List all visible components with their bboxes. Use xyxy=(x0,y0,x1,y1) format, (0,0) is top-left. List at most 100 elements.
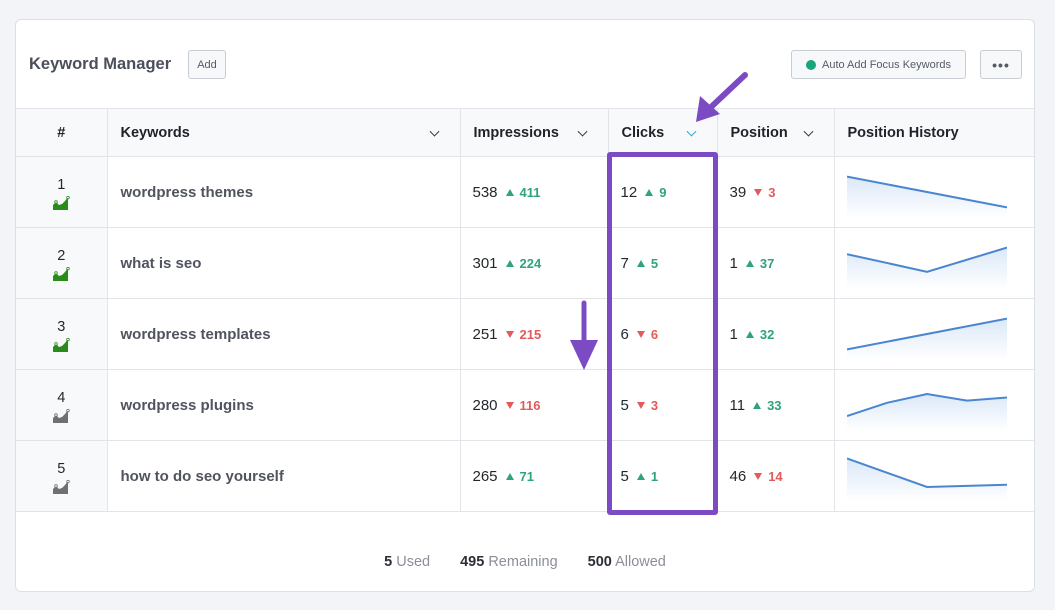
column-header-keywords[interactable]: Keywords xyxy=(107,108,461,157)
impressions-delta: 71 xyxy=(505,468,534,484)
table-row: 5 how to do seo yourself 265 71 51 46 14 xyxy=(16,440,1034,512)
position-history-sparkline[interactable] xyxy=(846,450,1007,502)
position-history-cell xyxy=(834,298,1034,370)
more-options-button[interactable]: ••• xyxy=(980,50,1022,79)
arrow-up-icon xyxy=(745,330,754,338)
impressions-cell: 301 224 xyxy=(460,227,609,299)
impressions-value: 265 xyxy=(472,467,498,485)
position-cell: 1 32 xyxy=(717,298,835,370)
position-value: 1 xyxy=(729,254,738,272)
clicks-value: 7 xyxy=(620,254,629,272)
position-value: 1 xyxy=(729,325,738,343)
position-delta-value: 3 xyxy=(768,184,776,200)
column-header-clicks[interactable]: Clicks xyxy=(608,108,718,157)
column-header-position-history: Position History xyxy=(834,108,1034,157)
position-history-cell xyxy=(834,156,1034,228)
position-history-sparkline[interactable] xyxy=(846,166,1007,218)
clicks-delta: 9 xyxy=(645,185,666,200)
impressions-value: 301 xyxy=(472,254,498,272)
row-number-cell: 1 xyxy=(16,156,108,228)
arrow-up-icon xyxy=(636,259,645,267)
position-delta: 14 xyxy=(754,468,783,484)
keyword-manager-card: Keyword Manager Add Auto Add Focus Keywo… xyxy=(15,19,1035,592)
impressions-cell: 251 215 xyxy=(460,298,609,370)
trend-chart-icon[interactable] xyxy=(52,266,70,281)
table-header-row: # Keywords Impressions Clicks Position P… xyxy=(16,108,1034,157)
trend-chart-icon[interactable] xyxy=(52,479,70,494)
impressions-delta: 224 xyxy=(505,255,542,271)
position-cell: 39 3 xyxy=(717,156,835,228)
row-number-cell: 2 xyxy=(16,227,108,299)
position-value: 39 xyxy=(729,183,747,201)
impressions-delta: 215 xyxy=(505,326,542,342)
position-cell: 11 33 xyxy=(717,369,835,441)
clicks-cell: 12 9 xyxy=(608,156,718,228)
allowed-count: 500 xyxy=(587,553,612,570)
position-delta-value: 14 xyxy=(768,468,783,484)
clicks-cell: 75 xyxy=(608,227,718,299)
impressions-delta: 411 xyxy=(505,185,541,200)
trend-chart-icon[interactable] xyxy=(52,408,70,423)
position-history-cell xyxy=(834,369,1034,441)
arrow-up-icon xyxy=(505,472,514,480)
clicks-delta-value: 6 xyxy=(650,326,659,342)
keyword-cell: wordpress themes xyxy=(107,156,461,228)
sparkline-area xyxy=(846,458,1007,502)
chevron-down-icon[interactable] xyxy=(429,126,439,137)
page-title: Keyword Manager xyxy=(29,55,172,73)
clicks-delta-value: 1 xyxy=(650,468,659,484)
position-history-sparkline[interactable] xyxy=(846,237,1007,289)
arrow-down-icon xyxy=(754,188,763,196)
clicks-value: 12 xyxy=(620,183,638,201)
chevron-down-icon[interactable] xyxy=(803,126,813,137)
add-keyword-button[interactable]: Add xyxy=(188,50,226,79)
arrow-down-icon xyxy=(636,330,645,338)
clicks-cell: 51 xyxy=(608,440,718,512)
used-stat: 5 Used xyxy=(384,554,430,570)
position-history-cell xyxy=(834,440,1034,512)
keyword-cell: wordpress plugins xyxy=(107,369,461,441)
clicks-cell: 53 xyxy=(608,369,718,441)
impressions-delta-value: 224 xyxy=(519,255,542,271)
arrow-up-icon xyxy=(505,188,514,196)
position-value: 46 xyxy=(729,467,747,485)
impressions-cell: 280 116 xyxy=(460,369,609,441)
remaining-label: Remaining xyxy=(488,553,558,570)
row-number-cell: 5 xyxy=(16,440,108,512)
position-cell: 46 14 xyxy=(717,440,835,512)
trend-chart-icon[interactable] xyxy=(52,195,70,210)
keyword-text: how to do seo yourself xyxy=(120,467,284,485)
chevron-down-icon[interactable] xyxy=(577,126,587,137)
impressions-delta-value: 215 xyxy=(519,326,542,342)
keyword-text: wordpress themes xyxy=(120,183,254,201)
clicks-delta: 6 xyxy=(636,326,659,342)
column-label: Keywords xyxy=(120,124,190,141)
clicks-delta-value: 5 xyxy=(650,255,659,271)
clicks-value: 5 xyxy=(620,396,629,414)
column-header-position[interactable]: Position xyxy=(717,108,835,157)
auto-add-focus-keywords-button[interactable]: Auto Add Focus Keywords xyxy=(791,50,966,79)
impressions-value: 280 xyxy=(472,396,498,414)
arrow-up-icon xyxy=(636,472,645,480)
keyword-cell: how to do seo yourself xyxy=(107,440,461,512)
trend-chart-icon[interactable] xyxy=(52,337,70,352)
column-label: Impressions xyxy=(473,124,559,141)
column-header-number: # xyxy=(16,108,108,157)
position-history-sparkline[interactable] xyxy=(846,379,1007,431)
position-history-sparkline[interactable] xyxy=(846,308,1007,360)
remaining-count: 495 xyxy=(460,553,485,570)
keyword-cell: what is seo xyxy=(107,227,461,299)
impressions-value: 538 xyxy=(472,183,498,201)
column-header-impressions[interactable]: Impressions xyxy=(460,108,609,157)
used-count: 5 xyxy=(384,553,393,570)
card-header: Keyword Manager Add Auto Add Focus Keywo… xyxy=(16,20,1034,109)
arrow-up-icon xyxy=(745,259,754,267)
column-label: Position xyxy=(730,124,788,141)
chevron-down-icon[interactable] xyxy=(686,126,696,137)
position-delta: 33 xyxy=(753,398,782,413)
impressions-delta-value: 71 xyxy=(519,468,534,484)
table-row: 4 wordpress plugins 280 116 53 11 33 xyxy=(16,369,1034,441)
clicks-delta: 3 xyxy=(636,398,658,413)
keyword-text: wordpress plugins xyxy=(120,396,254,414)
position-delta: 3 xyxy=(754,185,775,200)
